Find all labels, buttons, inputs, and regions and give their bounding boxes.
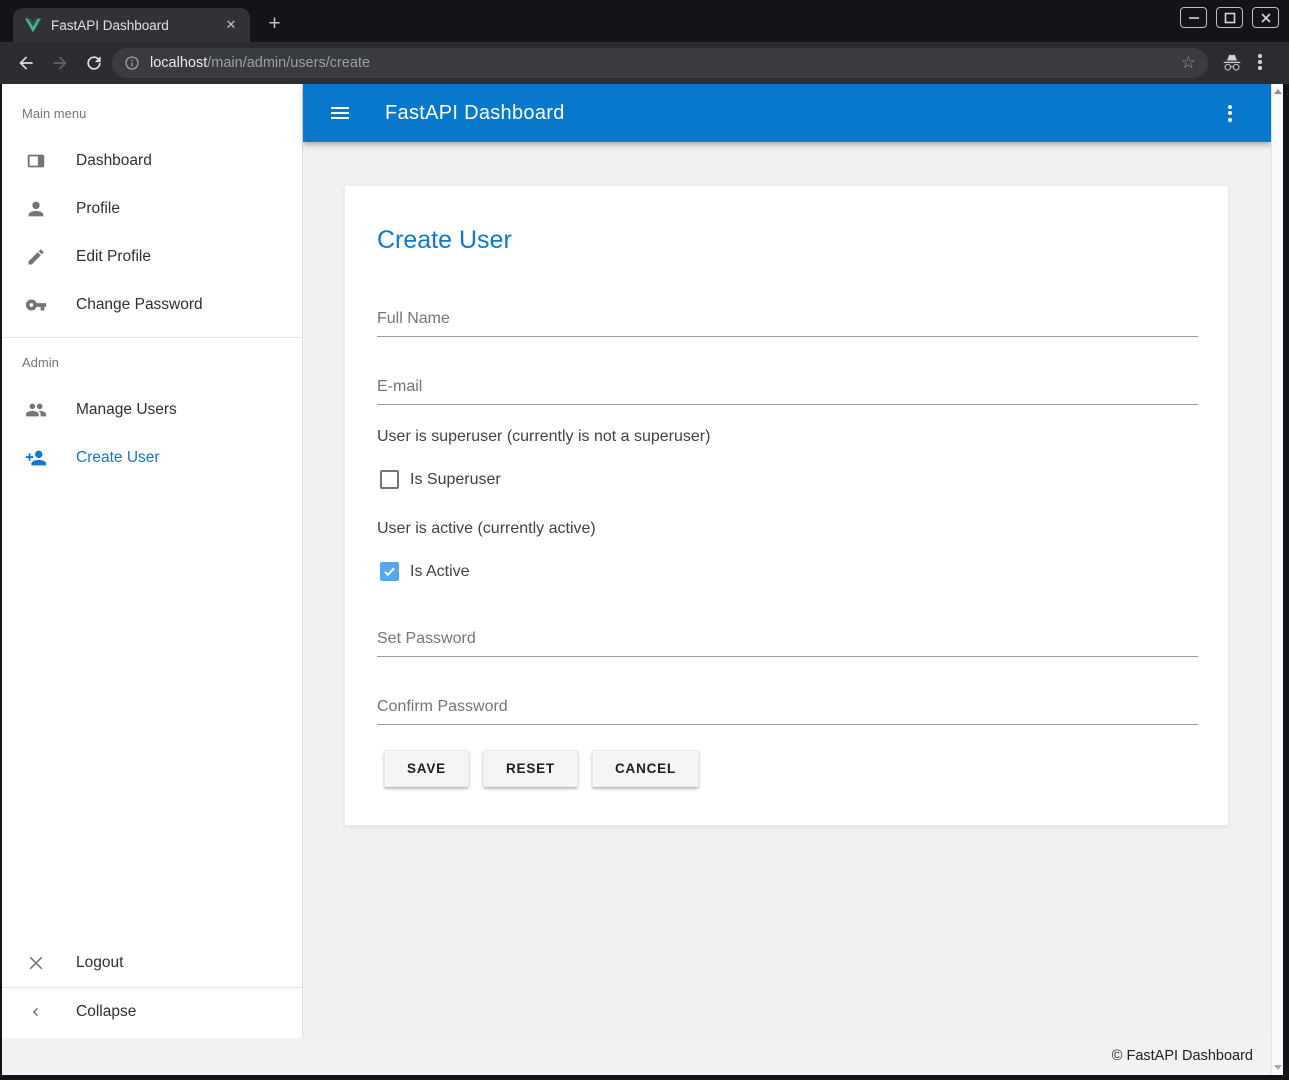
dashboard-icon [24, 149, 48, 173]
sidebar-item-profile[interactable]: Profile [2, 185, 302, 233]
create-user-card: Create User User is superuser (currently… [344, 185, 1229, 826]
footer-copyright: © FastAPI Dashboard [1112, 1048, 1253, 1064]
app-bar-kebab-icon[interactable] [1228, 105, 1232, 122]
email-input[interactable] [377, 372, 1198, 405]
set-password-input[interactable] [377, 624, 1198, 657]
chevron-left-icon [24, 1000, 48, 1024]
hamburger-menu-icon[interactable] [328, 101, 352, 125]
cancel-button[interactable]: CANCEL [592, 750, 699, 787]
new-tab-button[interactable]: + [261, 11, 288, 38]
sidebar-item-label: Logout [76, 954, 123, 972]
form-buttons: SAVE RESET CANCEL [384, 750, 699, 787]
url-text: localhost/main/admin/users/create [150, 55, 370, 71]
sidebar-item-label: Manage Users [76, 401, 177, 419]
active-note: User is active (currently active) [377, 520, 596, 538]
sidebar-item-label: Edit Profile [76, 248, 151, 266]
sidebar-item-label: Collapse [76, 1003, 136, 1021]
confirm-password-input[interactable] [377, 692, 1198, 725]
sidebar-item-change-password[interactable]: Change Password [2, 281, 302, 329]
is-active-label: Is Active [410, 563, 470, 581]
is-active-checkbox-row[interactable]: Is Active [380, 562, 470, 581]
url-host: localhost [150, 55, 207, 71]
sidebar-item-label: Create User [76, 449, 160, 467]
bookmark-star-icon[interactable]: ☆ [1181, 53, 1196, 73]
is-superuser-checkbox[interactable] [380, 470, 399, 489]
sidebar: Main menu Dashboard Profile Edit Profile… [2, 84, 303, 1038]
sidebar-item-label: Change Password [76, 296, 203, 314]
minimize-button[interactable] [1180, 7, 1207, 28]
back-button[interactable] [16, 53, 36, 73]
url-path: /main/admin/users/create [207, 55, 370, 71]
window-controls [1180, 7, 1279, 28]
is-superuser-label: Is Superuser [410, 471, 501, 489]
tab-close-icon[interactable]: ✕ [222, 16, 240, 34]
logout-x-icon [24, 951, 48, 975]
sidebar-item-dashboard[interactable]: Dashboard [2, 137, 302, 185]
incognito-icon[interactable] [1222, 53, 1242, 73]
browser-toolbar: localhost/main/admin/users/create ☆ [0, 42, 1289, 84]
sidebar-section-admin: Admin [22, 355, 59, 370]
sidebar-item-collapse[interactable]: Collapse [2, 988, 302, 1036]
set-password-field [377, 624, 1198, 657]
is-active-checkbox[interactable] [380, 562, 399, 581]
is-superuser-checkbox-row[interactable]: Is Superuser [380, 470, 501, 489]
browser-menu-kebab-icon[interactable] [1258, 54, 1262, 70]
forward-button[interactable] [50, 53, 70, 73]
scrollbar-up-arrow-icon[interactable] [1274, 89, 1282, 94]
reset-button[interactable]: RESET [483, 750, 578, 787]
tab-strip: FastAPI Dashboard ✕ + [0, 0, 1289, 42]
sidebar-item-create-user[interactable]: Create User [2, 434, 302, 482]
save-button[interactable]: SAVE [384, 750, 469, 787]
full-name-field [377, 304, 1198, 337]
sidebar-divider [2, 337, 302, 338]
full-name-input[interactable] [377, 304, 1198, 337]
close-window-button[interactable] [1252, 7, 1279, 28]
email-field [377, 372, 1198, 405]
sidebar-item-label: Profile [76, 200, 120, 218]
browser-window: FastAPI Dashboard ✕ + [0, 0, 1289, 1080]
scrollbar-down-arrow-icon[interactable] [1274, 1065, 1282, 1070]
sidebar-item-manage-users[interactable]: Manage Users [2, 386, 302, 434]
sidebar-item-label: Dashboard [76, 152, 152, 170]
person-icon [24, 197, 48, 221]
app-bar: FastAPI Dashboard [303, 84, 1271, 142]
footer: © FastAPI Dashboard [2, 1038, 1283, 1075]
address-bar[interactable]: localhost/main/admin/users/create ☆ [112, 48, 1208, 78]
sidebar-section-main-menu: Main menu [22, 106, 86, 121]
main-content: Create User User is superuser (currently… [303, 142, 1271, 1038]
vue-favicon-icon [25, 18, 41, 33]
refresh-button[interactable] [84, 53, 104, 73]
confirm-password-field [377, 692, 1198, 725]
sidebar-item-edit-profile[interactable]: Edit Profile [2, 233, 302, 281]
page-title: Create User [377, 226, 512, 255]
person-add-icon [24, 446, 48, 470]
group-icon [24, 398, 48, 422]
superuser-note: User is superuser (currently is not a su… [377, 428, 710, 446]
key-icon [24, 293, 48, 317]
site-info-icon[interactable] [124, 55, 140, 71]
page-scrollbar[interactable] [1271, 84, 1283, 1075]
sidebar-item-logout[interactable]: Logout [2, 939, 302, 987]
checkmark-icon [382, 564, 397, 579]
tab-title: FastAPI Dashboard [51, 18, 169, 33]
app-bar-title: FastAPI Dashboard [385, 102, 565, 125]
pencil-icon [24, 245, 48, 269]
maximize-button[interactable] [1216, 7, 1243, 28]
browser-tab[interactable]: FastAPI Dashboard ✕ [13, 8, 250, 42]
